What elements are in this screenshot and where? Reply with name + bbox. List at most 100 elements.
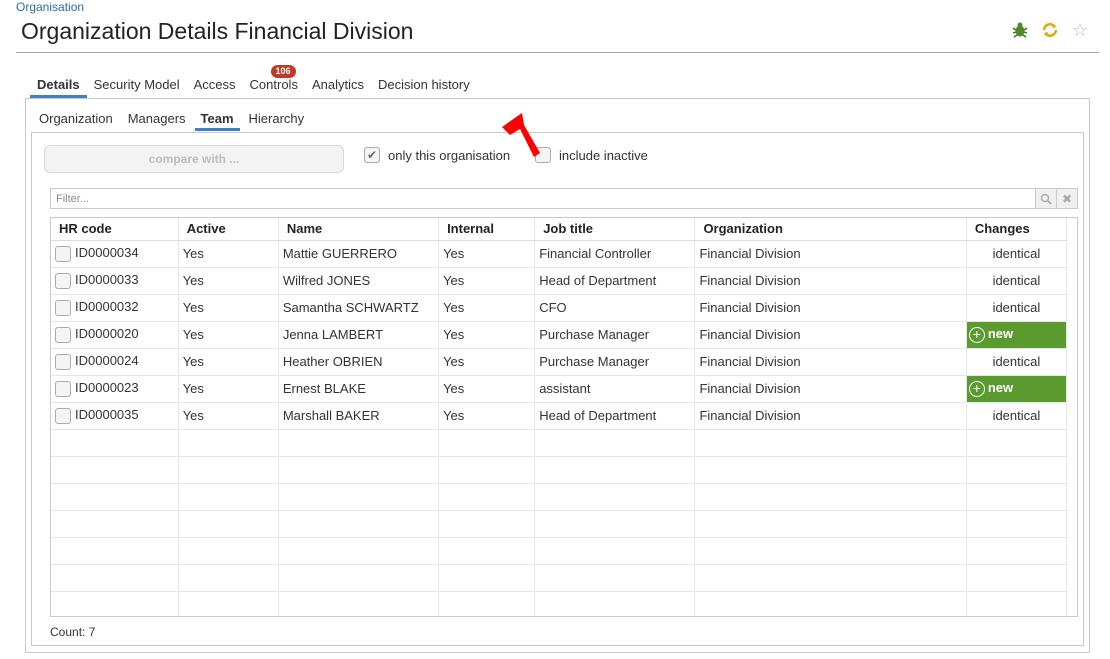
cell-organization: Financial Division	[694, 267, 967, 295]
cell-job-title: CFO	[534, 294, 696, 322]
header-actions: ☆	[1010, 20, 1090, 40]
column-header-hr-code[interactable]: HR code	[51, 218, 179, 241]
compare-with-button[interactable]: compare with ...	[44, 145, 344, 173]
only-this-organisation-checkbox[interactable]: ✔	[364, 147, 380, 163]
cell-job-title: Purchase Manager	[534, 321, 696, 349]
cell-changes: identical	[966, 240, 1068, 268]
empty-cell	[966, 537, 1068, 565]
tab-analytics[interactable]: Analytics	[305, 76, 371, 98]
empty-cell	[51, 510, 179, 538]
hr-code-text: ID0000034	[75, 245, 139, 261]
changes-text: identical	[992, 246, 1041, 261]
subtab-hierarchy[interactable]: Hierarchy	[243, 111, 311, 131]
bug-icon[interactable]	[1010, 20, 1030, 40]
cell-hr-code: ID0000034	[51, 240, 179, 268]
cell-internal: Yes	[438, 294, 536, 322]
search-icon[interactable]	[1035, 189, 1056, 208]
table-header-row: HR code Active Name Internal Job title O…	[51, 218, 1068, 241]
empty-cell	[694, 564, 967, 592]
changes-text: identical	[992, 408, 1041, 423]
empty-cell	[278, 510, 440, 538]
cell-active: Yes	[178, 267, 279, 295]
hr-code-text: ID0000032	[75, 299, 139, 315]
column-header-active[interactable]: Active	[178, 218, 279, 241]
subtab-managers[interactable]: Managers	[122, 111, 192, 131]
include-inactive-option[interactable]: include inactive	[535, 147, 648, 163]
subtab-organization[interactable]: Organization	[33, 111, 119, 131]
cell-active: Yes	[178, 402, 279, 430]
cell-active: Yes	[178, 240, 279, 268]
empty-cell	[438, 510, 536, 538]
cell-name: Wilfred JONES	[278, 267, 440, 295]
empty-cell	[178, 456, 279, 484]
empty-cell	[694, 537, 967, 565]
tab-security-model[interactable]: Security Model	[87, 76, 187, 98]
empty-cell	[178, 429, 279, 457]
cell-organization: Financial Division	[694, 348, 967, 376]
filter-input[interactable]	[51, 189, 1031, 208]
empty-cell	[694, 591, 967, 616]
changes-text: identical	[992, 273, 1041, 288]
column-header-internal[interactable]: Internal	[438, 218, 536, 241]
row-select-checkbox[interactable]	[55, 245, 71, 262]
cell-organization: Financial Division	[694, 402, 967, 430]
breadcrumb[interactable]: Organisation	[16, 0, 84, 14]
controls-count-badge: 106	[270, 65, 296, 78]
row-select-checkbox[interactable]	[55, 380, 71, 397]
cell-job-title: Head of Department	[534, 267, 696, 295]
subtab-team[interactable]: Team	[194, 111, 240, 131]
plus-circle-icon: +	[968, 380, 985, 397]
table-row[interactable]: ID0000032 Yes Samantha SCHWARTZ Yes CFO Finan…	[51, 294, 1068, 322]
column-header-changes[interactable]: Changes	[966, 218, 1068, 241]
empty-cell	[966, 483, 1068, 511]
table-row[interactable]: ID0000024 Yes Heather OBRIEN Yes Purchase Ma…	[51, 348, 1068, 376]
cell-hr-code: ID0000023	[51, 375, 179, 403]
empty-cell	[178, 510, 279, 538]
empty-cell	[51, 537, 179, 565]
changes-text: new	[987, 326, 1014, 342]
empty-cell	[51, 429, 179, 457]
changes-text: identical	[992, 300, 1041, 315]
cell-name: Jenna LAMBERT	[278, 321, 440, 349]
column-header-job-title[interactable]: Job title	[534, 218, 696, 241]
empty-cell	[534, 483, 696, 511]
row-select-checkbox[interactable]	[55, 272, 71, 289]
empty-cell	[534, 564, 696, 592]
tab-controls[interactable]: Controls 106	[243, 65, 305, 98]
table-row[interactable]: ID0000033 Yes Wilfred JONES Yes Head of Depa…	[51, 267, 1068, 295]
row-select-checkbox[interactable]	[55, 299, 71, 316]
star-icon[interactable]: ☆	[1070, 20, 1090, 40]
empty-cell	[534, 429, 696, 457]
column-header-organization[interactable]: Organization	[694, 218, 967, 241]
empty-row	[51, 456, 1068, 484]
hr-code-text: ID0000033	[75, 272, 139, 288]
tab-decision-history[interactable]: Decision history	[371, 76, 477, 98]
empty-row	[51, 591, 1068, 616]
empty-row	[51, 510, 1068, 538]
column-header-name[interactable]: Name	[278, 218, 440, 241]
table-row[interactable]: ID0000020 Yes Jenna LAMBERT Yes Purchase Man…	[51, 321, 1068, 349]
sync-icon[interactable]	[1040, 20, 1060, 40]
row-select-checkbox[interactable]	[55, 326, 71, 343]
cell-changes: identical	[966, 402, 1068, 430]
tab-access[interactable]: Access	[187, 76, 243, 98]
row-select-checkbox[interactable]	[55, 407, 71, 424]
clear-icon[interactable]: ✖	[1056, 189, 1077, 208]
filter-bar: ✖	[50, 188, 1078, 209]
only-this-organisation-option[interactable]: ✔ only this organisation	[364, 147, 510, 163]
cell-name: Ernest BLAKE	[278, 375, 440, 403]
cell-active: Yes	[178, 294, 279, 322]
cell-hr-code: ID0000033	[51, 267, 179, 295]
cell-organization: Financial Division	[694, 294, 967, 322]
empty-cell	[694, 483, 967, 511]
tab-details[interactable]: Details	[30, 76, 87, 98]
empty-cell	[178, 537, 279, 565]
cell-organization: Financial Division	[694, 321, 967, 349]
sub-tabs: Organization Managers Team Hierarchy	[33, 111, 313, 131]
cell-name: Heather OBRIEN	[278, 348, 440, 376]
row-select-checkbox[interactable]	[55, 353, 71, 370]
table-row[interactable]: ID0000034 Yes Mattie GUERRERO Yes Financial …	[51, 240, 1068, 268]
table-row[interactable]: ID0000035 Yes Marshall BAKER Yes Head of Dep…	[51, 402, 1068, 430]
empty-cell	[178, 564, 279, 592]
table-row[interactable]: ID0000023 Yes Ernest BLAKE Yes assistant Fina…	[51, 375, 1068, 403]
